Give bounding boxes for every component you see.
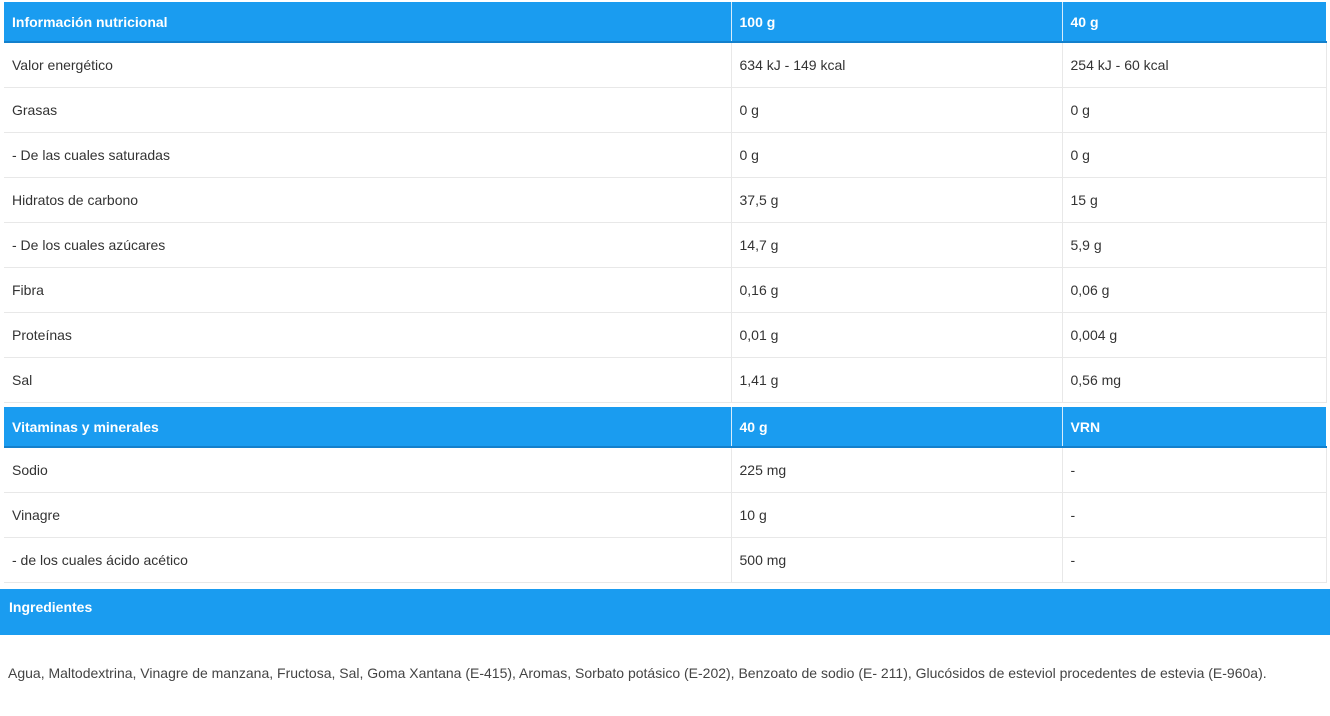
ingredients-header: Ingredientes (0, 589, 1330, 635)
nutrition-header-row: Información nutricional 100 g 40 g (4, 2, 1326, 43)
vitamins-header-label: Vitaminas y minerales (4, 407, 731, 448)
table-row: Fibra 0,16 g 0,06 g (4, 266, 1327, 312)
nutrient-value-100g: 0 g (730, 131, 1062, 177)
nutrient-name: - De los cuales azúcares (4, 221, 731, 267)
nutrient-value-40g: 254 kJ - 60 kcal (1061, 41, 1327, 87)
nutrient-value-40g: 0 g (1061, 131, 1327, 177)
nutrient-value-40g: 0,004 g (1061, 311, 1327, 357)
nutrient-name: Sal (4, 356, 731, 403)
nutrient-value-100g: 1,41 g (730, 356, 1062, 403)
table-row: - De las cuales saturadas 0 g 0 g (4, 131, 1327, 177)
nutrient-name: Valor energético (4, 41, 731, 87)
nutrition-table: Información nutricional 100 g 40 g Valor… (4, 2, 1327, 403)
ingredients-text: Agua, Maltodextrina, Vinagre de manzana,… (8, 665, 1267, 681)
mineral-vrn: - (1061, 536, 1327, 583)
mineral-vrn: - (1061, 491, 1327, 537)
vitamins-header-40g: 40 g (730, 407, 1062, 448)
vitamins-header-row: Vitaminas y minerales 40 g VRN (4, 407, 1326, 448)
nutrient-value-40g: 0 g (1061, 86, 1327, 132)
vitamins-table: Vitaminas y minerales 40 g VRN Sodio 225… (4, 407, 1327, 583)
mineral-value-40g: 225 mg (730, 446, 1062, 492)
nutrient-name: Grasas (4, 86, 731, 132)
mineral-name: Vinagre (4, 491, 731, 537)
mineral-name: - de los cuales ácido acético (4, 536, 731, 583)
nutrient-value-100g: 634 kJ - 149 kcal (730, 41, 1062, 87)
table-row: Grasas 0 g 0 g (4, 86, 1327, 132)
table-row: - de los cuales ácido acético 500 mg - (4, 536, 1327, 583)
table-row: Sodio 225 mg - (4, 446, 1327, 492)
table-row: Vinagre 10 g - (4, 491, 1327, 537)
nutrient-value-40g: 0,06 g (1061, 266, 1327, 312)
nutrition-header-label: Información nutricional (4, 2, 731, 43)
mineral-value-40g: 500 mg (730, 536, 1062, 583)
nutrient-value-100g: 0,01 g (730, 311, 1062, 357)
table-row: Sal 1,41 g 0,56 mg (4, 356, 1327, 403)
nutrient-name: Fibra (4, 266, 731, 312)
nutrient-name: - De las cuales saturadas (4, 131, 731, 177)
nutrient-value-40g: 5,9 g (1061, 221, 1327, 267)
table-row: Proteínas 0,01 g 0,004 g (4, 311, 1327, 357)
mineral-name: Sodio (4, 446, 731, 492)
nutrient-value-100g: 0,16 g (730, 266, 1062, 312)
nutrient-name: Hidratos de carbono (4, 176, 731, 222)
nutrition-header-40g: 40 g (1061, 2, 1326, 43)
nutrient-value-40g: 0,56 mg (1061, 356, 1327, 403)
table-row: Valor energético 634 kJ - 149 kcal 254 k… (4, 41, 1327, 87)
nutrient-name: Proteínas (4, 311, 731, 357)
nutrition-header-100g: 100 g (730, 2, 1062, 43)
vitamins-header-vrn: VRN (1061, 407, 1326, 448)
mineral-vrn: - (1061, 446, 1327, 492)
nutrient-value-100g: 37,5 g (730, 176, 1062, 222)
nutrient-value-100g: 14,7 g (730, 221, 1062, 267)
table-row: Hidratos de carbono 37,5 g 15 g (4, 176, 1327, 222)
nutrient-value-100g: 0 g (730, 86, 1062, 132)
table-row: - De los cuales azúcares 14,7 g 5,9 g (4, 221, 1327, 267)
mineral-value-40g: 10 g (730, 491, 1062, 537)
nutrient-value-40g: 15 g (1061, 176, 1327, 222)
